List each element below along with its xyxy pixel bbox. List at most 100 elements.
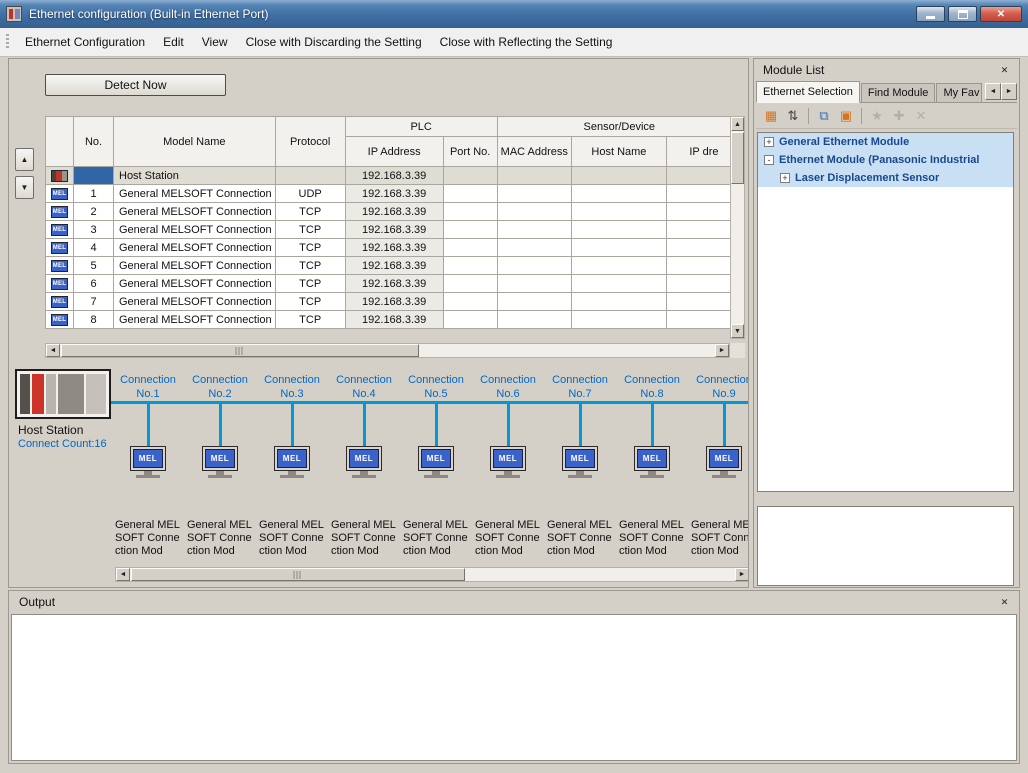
- cell-model[interactable]: General MELSOFT Connection: [114, 185, 276, 203]
- tab-scroll-left-button[interactable]: ◄: [985, 83, 1001, 100]
- cell-port[interactable]: [443, 167, 497, 185]
- cell-mac[interactable]: [497, 203, 571, 221]
- output-content[interactable]: [11, 614, 1017, 761]
- output-close-button[interactable]: ✕: [996, 595, 1013, 610]
- cell-protocol[interactable]: TCP: [275, 275, 345, 293]
- tab-find-module[interactable]: Find Module: [861, 83, 936, 102]
- detect-now-button[interactable]: Detect Now: [45, 74, 226, 96]
- cell-host[interactable]: [571, 275, 666, 293]
- maximize-button[interactable]: [948, 6, 977, 22]
- cell-model[interactable]: Host Station: [114, 167, 276, 185]
- horizontal-scroll-thumb[interactable]: [61, 344, 419, 357]
- scroll-down-button[interactable]: ▼: [731, 324, 744, 338]
- scroll-right-button[interactable]: ►: [715, 344, 729, 357]
- cell-model[interactable]: General MELSOFT Connection: [114, 311, 276, 329]
- table-row-3[interactable]: MEL 3 General MELSOFT Connection TCP 192…: [46, 221, 742, 239]
- module-monitor-icon[interactable]: MEL: [273, 446, 311, 478]
- cell-model[interactable]: General MELSOFT Connection: [114, 275, 276, 293]
- table-row-6[interactable]: MEL 6 General MELSOFT Connection TCP 192…: [46, 275, 742, 293]
- cell-protocol[interactable]: TCP: [275, 239, 345, 257]
- table-row-1[interactable]: MEL 1 General MELSOFT Connection UDP 192…: [46, 185, 742, 203]
- cell-mac[interactable]: [497, 275, 571, 293]
- scroll-right-button[interactable]: ►: [735, 568, 749, 581]
- module-monitor-icon[interactable]: MEL: [345, 446, 383, 478]
- cell-ip[interactable]: 192.168.3.39: [345, 239, 443, 257]
- tab-ethernet-selection[interactable]: Ethernet Selection: [756, 81, 860, 103]
- cell-host[interactable]: [571, 293, 666, 311]
- module-monitor-icon[interactable]: MEL: [129, 446, 167, 478]
- cell-port[interactable]: [443, 293, 497, 311]
- minimize-button[interactable]: [916, 6, 945, 22]
- menu-view[interactable]: View: [193, 28, 237, 56]
- cell-port[interactable]: [443, 239, 497, 257]
- tree-item-ethernet-module-panasonic[interactable]: - Ethernet Module (Panasonic Industrial: [758, 151, 1013, 169]
- sort-order-icon[interactable]: ⇅: [783, 106, 803, 126]
- module-list-close-button[interactable]: ✕: [996, 63, 1013, 78]
- expand-icon[interactable]: +: [780, 173, 790, 183]
- cell-mac[interactable]: [497, 293, 571, 311]
- table-row-host-station[interactable]: Host Station 192.168.3.39: [46, 167, 742, 185]
- table-row-5[interactable]: MEL 5 General MELSOFT Connection TCP 192…: [46, 257, 742, 275]
- cell-port[interactable]: [443, 185, 497, 203]
- cell-port[interactable]: [443, 275, 497, 293]
- tree-item-laser-displacement-sensor[interactable]: + Laser Displacement Sensor: [758, 169, 1013, 187]
- cell-ip[interactable]: 192.168.3.39: [345, 257, 443, 275]
- cell-host[interactable]: [571, 203, 666, 221]
- cell-host[interactable]: [571, 239, 666, 257]
- cell-port[interactable]: [443, 311, 497, 329]
- cell-host[interactable]: [571, 257, 666, 275]
- cell-no[interactable]: 8: [74, 311, 114, 329]
- cell-protocol[interactable]: TCP: [275, 293, 345, 311]
- cell-model[interactable]: General MELSOFT Connection: [114, 257, 276, 275]
- favorite-star-icon[interactable]: ★: [867, 106, 887, 126]
- cell-mac[interactable]: [497, 221, 571, 239]
- cell-model[interactable]: General MELSOFT Connection: [114, 203, 276, 221]
- cell-protocol[interactable]: TCP: [275, 203, 345, 221]
- table-row-2[interactable]: MEL 2 General MELSOFT Connection TCP 192…: [46, 203, 742, 221]
- module-monitor-icon[interactable]: MEL: [705, 446, 743, 478]
- cell-no[interactable]: 5: [74, 257, 114, 275]
- scroll-up-button[interactable]: ▲: [731, 117, 744, 131]
- cell-ip[interactable]: 192.168.3.39: [345, 311, 443, 329]
- window-display-icon[interactable]: ⧉: [814, 106, 834, 126]
- cell-mac[interactable]: [497, 167, 571, 185]
- cell-mac[interactable]: [497, 239, 571, 257]
- table-vertical-scrollbar[interactable]: ▲ ▼: [730, 116, 745, 339]
- menu-close-discarding[interactable]: Close with Discarding the Setting: [237, 28, 431, 56]
- cell-no[interactable]: 1: [74, 185, 114, 203]
- cell-no[interactable]: 7: [74, 293, 114, 311]
- table-horizontal-scrollbar[interactable]: ◄ ►: [45, 343, 730, 358]
- expand-icon[interactable]: +: [764, 137, 774, 147]
- table-row-8[interactable]: MEL 8 General MELSOFT Connection TCP 192…: [46, 311, 742, 329]
- collapse-icon[interactable]: -: [764, 155, 774, 165]
- cell-ip[interactable]: 192.168.3.39: [345, 221, 443, 239]
- tree-item-general-ethernet-module[interactable]: + General Ethernet Module: [758, 133, 1013, 151]
- cell-protocol[interactable]: UDP: [275, 185, 345, 203]
- menu-ethernet-configuration[interactable]: Ethernet Configuration: [16, 28, 154, 56]
- cell-port[interactable]: [443, 221, 497, 239]
- cell-protocol[interactable]: TCP: [275, 257, 345, 275]
- cell-no[interactable]: 3: [74, 221, 114, 239]
- image-display-icon[interactable]: ▣: [836, 106, 856, 126]
- vertical-scroll-thumb[interactable]: [731, 132, 744, 184]
- cell-no-selected[interactable]: [74, 167, 114, 185]
- cell-mac[interactable]: [497, 185, 571, 203]
- scroll-left-button[interactable]: ◄: [116, 568, 130, 581]
- cell-host[interactable]: [571, 167, 666, 185]
- cell-host[interactable]: [571, 185, 666, 203]
- module-monitor-icon[interactable]: MEL: [489, 446, 527, 478]
- tab-scroll-right-button[interactable]: ►: [1001, 83, 1017, 100]
- cell-model[interactable]: General MELSOFT Connection: [114, 293, 276, 311]
- menu-edit[interactable]: Edit: [154, 28, 193, 56]
- scroll-left-button[interactable]: ◄: [46, 344, 60, 357]
- cell-host[interactable]: [571, 221, 666, 239]
- cell-no[interactable]: 4: [74, 239, 114, 257]
- cell-host[interactable]: [571, 311, 666, 329]
- cell-ip[interactable]: 192.168.3.39: [345, 203, 443, 221]
- cell-ip[interactable]: 192.168.3.39: [345, 185, 443, 203]
- cell-no[interactable]: 2: [74, 203, 114, 221]
- cell-ip[interactable]: 192.168.3.39: [345, 167, 443, 185]
- host-station-image[interactable]: [15, 369, 111, 419]
- move-row-up-button[interactable]: ▲: [15, 148, 34, 171]
- cell-model[interactable]: General MELSOFT Connection: [114, 239, 276, 257]
